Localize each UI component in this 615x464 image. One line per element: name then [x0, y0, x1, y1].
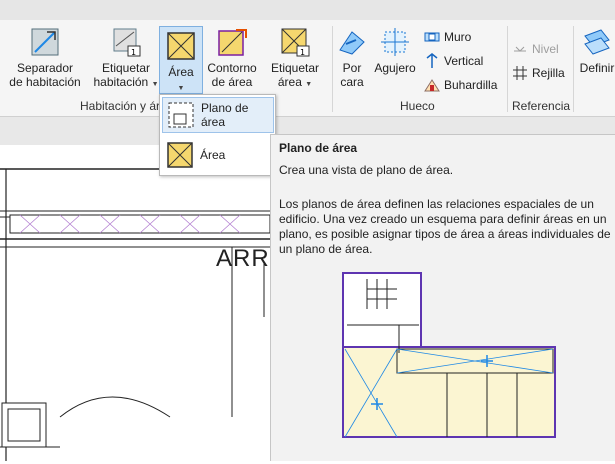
work-plane-icon [581, 26, 613, 58]
area-dropdown-menu: Plano de área Área [159, 94, 276, 176]
wall-opening-label: Muro [444, 30, 472, 44]
panel-divider [573, 26, 574, 112]
grid-label: Rejilla [532, 66, 565, 80]
room-separator-label-2: de habitación [9, 75, 81, 89]
area-icon [165, 140, 195, 170]
by-face-label-2: cara [340, 75, 364, 89]
tooltip-summary: Crea una vista de plano de área. [279, 163, 454, 177]
tag-room-label-1: Etiquetar [101, 61, 151, 75]
area-boundary-label-2: de área [211, 75, 253, 89]
dormer-icon [424, 77, 440, 93]
tag-area-label-1: Etiquetar [270, 61, 320, 75]
area-icon [165, 30, 197, 62]
ribbon: Separador de habitación 1 Etiquetar habi… [0, 20, 615, 117]
grid-button[interactable]: Rejilla [512, 65, 565, 81]
dormer-opening-label: Buhardilla [444, 78, 498, 92]
shaft-button[interactable]: Agujero [371, 26, 419, 75]
area-boundary-button[interactable]: Contorno de área [204, 26, 260, 89]
wall-opening-icon [424, 29, 440, 45]
vertical-opening-icon [424, 53, 440, 69]
svg-text:1: 1 [131, 48, 136, 57]
tooltip-title: Plano de área [279, 141, 358, 155]
area-button[interactable]: Área ▼ [159, 26, 203, 94]
room-name-text: ARR [216, 245, 270, 272]
by-face-label-1: Por [342, 61, 362, 75]
level-icon [512, 41, 528, 57]
chevron-down-icon[interactable]: ▼ [305, 81, 312, 88]
menu-item-area-plan-label: Plano de área [201, 101, 249, 129]
vertical-opening-button[interactable]: Vertical [424, 53, 483, 69]
area-plan-illustration [342, 272, 556, 438]
room-separator-icon [29, 26, 61, 58]
menu-item-area[interactable]: Área [162, 137, 274, 173]
tag-area-label-2: área ▼ [277, 75, 313, 89]
area-dropdown-icon[interactable]: ▼ [178, 85, 185, 92]
tag-area-icon: 1 [279, 26, 311, 58]
tooltip-description: Los planos de área definen las relacione… [279, 197, 611, 256]
define-button[interactable]: Definir [577, 26, 615, 75]
panel-label-reference: Referencia [512, 99, 571, 113]
level-label: Nivel [532, 42, 559, 56]
level-button[interactable]: Nivel [512, 41, 559, 57]
room-separator-label-1: Separador [16, 61, 74, 75]
area-plan-icon [166, 100, 196, 130]
vertical-opening-label: Vertical [444, 54, 484, 68]
area-boundary-icon [216, 26, 248, 58]
tag-room-button[interactable]: 1 Etiquetar habitación ▼ [90, 26, 162, 92]
tooltip: Plano de área Crea una vista de plano de… [270, 134, 615, 461]
menu-item-area-plan[interactable]: Plano de área [162, 97, 274, 133]
panel-divider [507, 26, 508, 112]
area-boundary-label-1: Contorno [207, 61, 257, 75]
shaft-icon [379, 26, 411, 58]
area-label: Área [168, 65, 194, 79]
chevron-down-icon[interactable]: ▼ [152, 81, 159, 88]
panel-label-room-area: Habitación y ár [80, 99, 161, 113]
define-label: Definir [579, 61, 615, 75]
title-strip [0, 0, 615, 20]
grid-icon [512, 65, 528, 81]
shaft-label: Agujero [374, 61, 416, 75]
room-separator-button[interactable]: Separador de habitación [4, 26, 86, 89]
menu-item-area-label: Área [200, 148, 226, 162]
tag-area-button[interactable]: 1 Etiquetar área ▼ [264, 26, 326, 92]
dormer-opening-button[interactable]: Buhardilla [424, 77, 497, 93]
wall-opening-button[interactable]: Muro [424, 29, 471, 45]
panel-label-opening: Hueco [400, 99, 435, 113]
tag-room-icon: 1 [110, 26, 142, 58]
by-face-button[interactable]: Por cara [336, 26, 368, 89]
by-face-icon [336, 26, 368, 58]
panel-divider [332, 26, 333, 112]
tag-room-label-2: habitación ▼ [93, 75, 159, 89]
svg-text:1: 1 [300, 48, 305, 57]
